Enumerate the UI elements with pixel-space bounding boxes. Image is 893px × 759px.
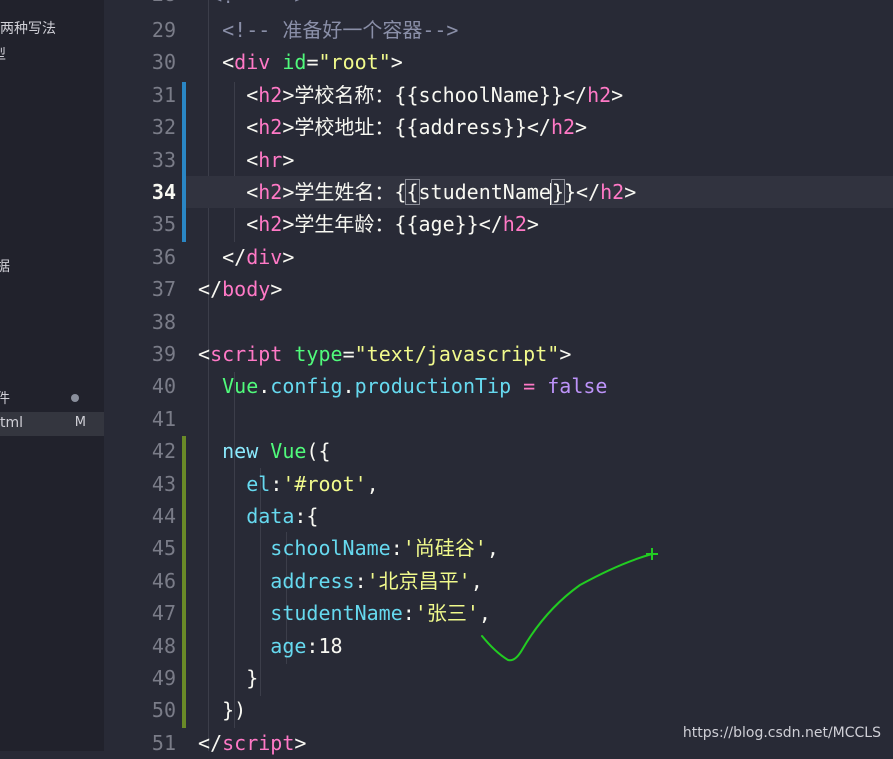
checkmark-annotation-icon (481, 548, 658, 662)
watermark: https://blog.csdn.net/MCCLS (682, 725, 881, 741)
